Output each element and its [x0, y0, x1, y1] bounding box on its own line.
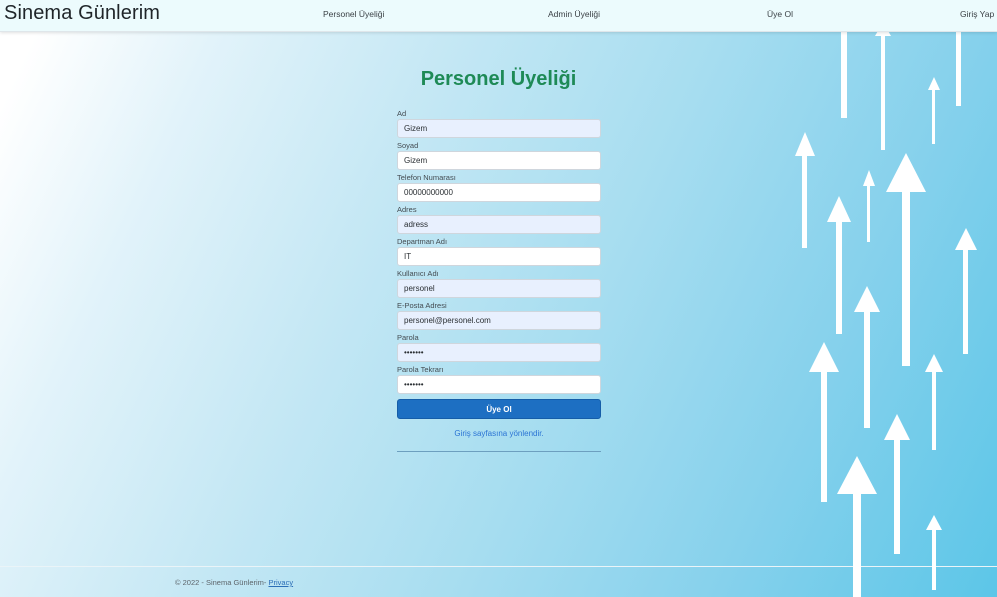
parola-input[interactable]	[397, 343, 601, 362]
footer-copyright: © 2022 - Sinema Günlerim-	[175, 578, 269, 587]
page-title: Personel Üyeliği	[420, 68, 577, 90]
privacy-link[interactable]: Privacy	[268, 578, 293, 587]
eposta-input[interactable]	[397, 311, 601, 330]
label-parola-tekrari: Parola Tekrarı	[397, 365, 444, 374]
label-ad: Ad	[397, 109, 407, 118]
nav-admin-uyeligi[interactable]: Admin Üyeliği	[548, 9, 600, 19]
navbar: Sinema Günlerim Personel Üyeliği Admin Ü…	[0, 0, 997, 32]
footer: © 2022 - Sinema Günlerim- Privacy	[175, 578, 293, 587]
nav-uye-ol[interactable]: Üye Ol	[767, 9, 793, 19]
label-parola: Parola	[397, 333, 419, 342]
label-telefon: Telefon Numarası	[397, 173, 456, 182]
main-content: Personel Üyeliği Ad Soyad Telefon Numara…	[0, 0, 997, 597]
brand-logo[interactable]: Sinema Günlerim	[4, 2, 160, 25]
kullanici-adi-input[interactable]	[397, 279, 601, 298]
departman-input[interactable]	[397, 247, 601, 266]
telefon-input[interactable]	[397, 183, 601, 202]
login-redirect-link[interactable]: Giriş sayfasına yönlendir.	[397, 429, 601, 438]
nav-personel-uyeligi[interactable]: Personel Üyeliği	[323, 9, 384, 19]
label-kullanici-adi: Kullanıcı Adı	[397, 269, 439, 278]
label-soyad: Soyad	[397, 141, 419, 150]
parola-tekrari-input[interactable]	[397, 375, 601, 394]
ad-input[interactable]	[397, 119, 601, 138]
uye-ol-button[interactable]: Üye Ol	[397, 399, 601, 419]
label-departman: Departman Adı	[397, 237, 448, 246]
form-divider	[397, 451, 601, 452]
adres-input[interactable]	[397, 215, 601, 234]
label-eposta: E-Posta Adresi	[397, 301, 447, 310]
label-adres: Adres	[397, 205, 417, 214]
soyad-input[interactable]	[397, 151, 601, 170]
nav-giris-yap[interactable]: Giriş Yap	[960, 9, 994, 19]
